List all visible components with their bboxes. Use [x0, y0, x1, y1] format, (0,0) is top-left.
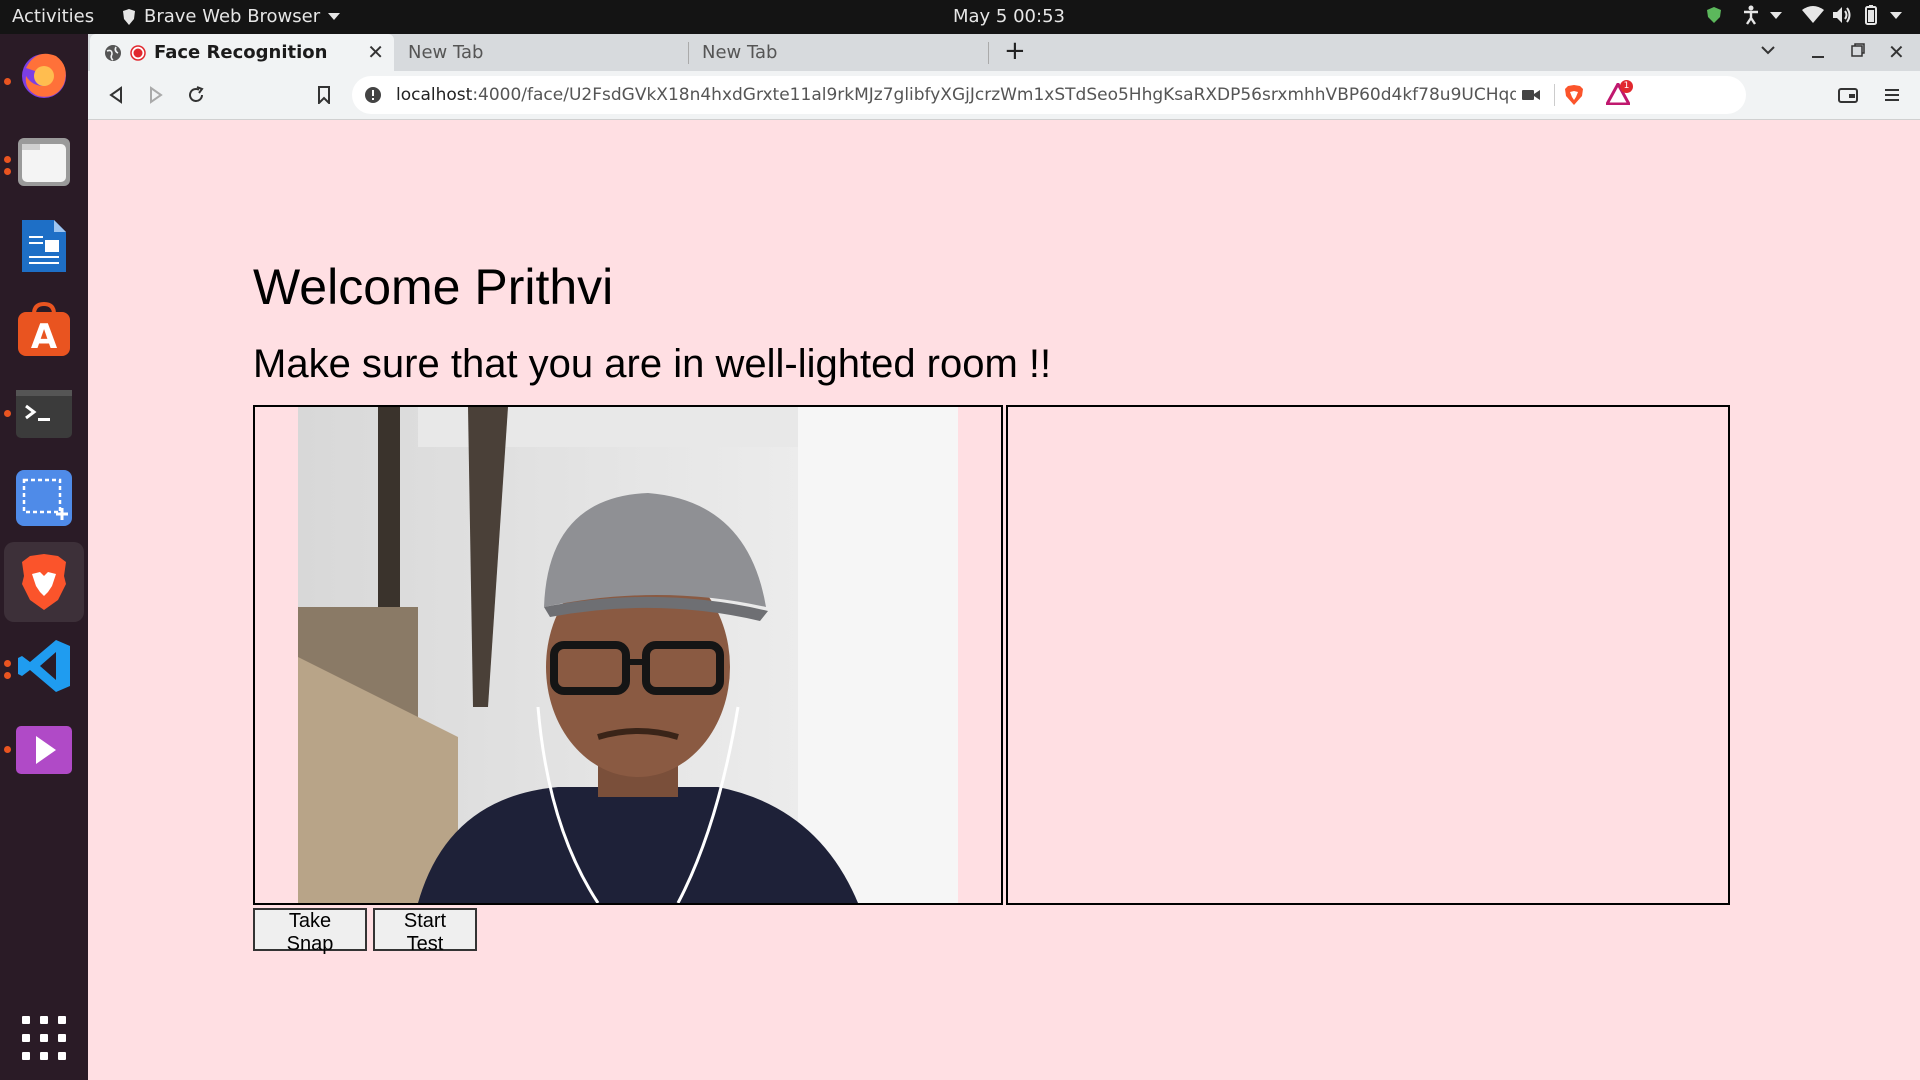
brave-rewards-icon[interactable]: 1	[1604, 80, 1634, 107]
tab-label: New Tab	[408, 42, 484, 63]
close-window-icon[interactable]: ✕	[1888, 40, 1905, 64]
forward-icon[interactable]	[142, 81, 170, 109]
page-subtitle: Make sure that you are in well-lighted r…	[253, 342, 1052, 386]
app-menu-label: Brave Web Browser	[144, 6, 321, 27]
volume-icon	[1833, 7, 1851, 23]
running-indicator	[4, 78, 11, 85]
tab-label: New Tab	[702, 42, 778, 63]
start-test-button[interactable]: Start Test	[373, 908, 477, 955]
svg-text:A: A	[31, 317, 58, 357]
app-store-icon[interactable]: A	[12, 298, 76, 362]
video-player-icon[interactable]	[12, 718, 76, 782]
camera-in-use-icon[interactable]	[1522, 88, 1540, 102]
chevron-down-icon	[1770, 11, 1782, 19]
brave-icon[interactable]	[4, 542, 84, 622]
brave-shields-icon[interactable]	[1564, 84, 1584, 106]
writer-icon[interactable]	[12, 214, 76, 278]
rewards-badge: 1	[1620, 80, 1633, 93]
restore-icon[interactable]	[1850, 42, 1866, 62]
page-content: Welcome Prithvi Make sure that you are i…	[88, 120, 1920, 1080]
running-indicator	[4, 410, 11, 417]
wifi-icon	[1802, 6, 1824, 23]
snapshot-canvas	[1006, 405, 1730, 905]
battery-icon	[1865, 5, 1877, 25]
activities-button[interactable]: Activities	[12, 6, 94, 27]
system-tray[interactable]	[1706, 5, 1902, 25]
tab-new-tab-1[interactable]: New Tab	[394, 34, 688, 71]
reload-icon[interactable]	[182, 81, 210, 109]
webcam-feed	[298, 407, 958, 903]
menu-icon[interactable]	[1878, 81, 1906, 109]
url-text: localhost:4000/face/U2FsdGVkX18n4hxdGrxt…	[396, 85, 1516, 105]
terminal-icon[interactable]	[12, 382, 76, 446]
running-indicator	[4, 156, 11, 163]
chevron-down-icon	[1890, 11, 1902, 19]
dock: A	[0, 34, 88, 1080]
brave-small-icon	[123, 8, 135, 25]
clock[interactable]: May 5 00:53	[953, 6, 1065, 27]
tab-face-recognition[interactable]: Face Recognition ✕	[90, 34, 394, 71]
divider	[1554, 84, 1555, 106]
minimize-icon[interactable]	[1810, 42, 1826, 64]
running-indicator	[4, 168, 11, 175]
system-top-bar: Activities Brave Web Browser May 5 00:53	[0, 0, 1920, 34]
tab-close-icon[interactable]: ✕	[367, 40, 384, 64]
browser-toolbar: localhost:4000/face/U2FsdGVkX18n4hxdGrxt…	[88, 71, 1920, 120]
accessibility-icon	[1744, 5, 1758, 25]
address-bar[interactable]: localhost:4000/face/U2FsdGVkX18n4hxdGrxt…	[352, 76, 1746, 114]
tab-separator	[988, 42, 989, 64]
tab-new-tab-2[interactable]: New Tab	[688, 34, 988, 71]
running-indicator	[4, 660, 11, 667]
chevron-down-icon	[328, 13, 341, 20]
running-indicator	[4, 672, 11, 679]
info-icon	[365, 87, 381, 103]
tab-list-icon[interactable]	[1760, 42, 1776, 62]
app-menu[interactable]: Brave Web Browser	[122, 6, 341, 27]
tab-label: Face Recognition	[154, 42, 328, 63]
screenshot-icon[interactable]	[12, 466, 76, 530]
vscode-icon[interactable]	[12, 634, 76, 698]
show-applications-icon[interactable]	[22, 1016, 66, 1060]
bookmark-icon[interactable]	[310, 81, 338, 109]
recording-icon	[130, 44, 146, 61]
tab-bar: Face Recognition ✕ New Tab New Tab + ✕	[88, 34, 1920, 71]
webcam-video	[253, 405, 1003, 905]
shield-tray-icon	[1707, 7, 1721, 23]
back-icon[interactable]	[102, 81, 130, 109]
url-path: :4000/face/U2FsdGVkX18n4hxdGrxte11al9rkM…	[472, 85, 1516, 105]
wallet-icon[interactable]	[1834, 81, 1862, 109]
take-snap-button[interactable]: Take Snap	[253, 908, 367, 955]
firefox-icon[interactable]	[12, 42, 76, 106]
files-icon[interactable]	[12, 130, 76, 194]
url-host: localhost	[396, 85, 473, 105]
page-title: Welcome Prithvi	[253, 259, 614, 315]
new-tab-icon[interactable]: +	[1004, 36, 1026, 66]
running-indicator	[4, 746, 11, 753]
globe-icon	[105, 44, 121, 61]
